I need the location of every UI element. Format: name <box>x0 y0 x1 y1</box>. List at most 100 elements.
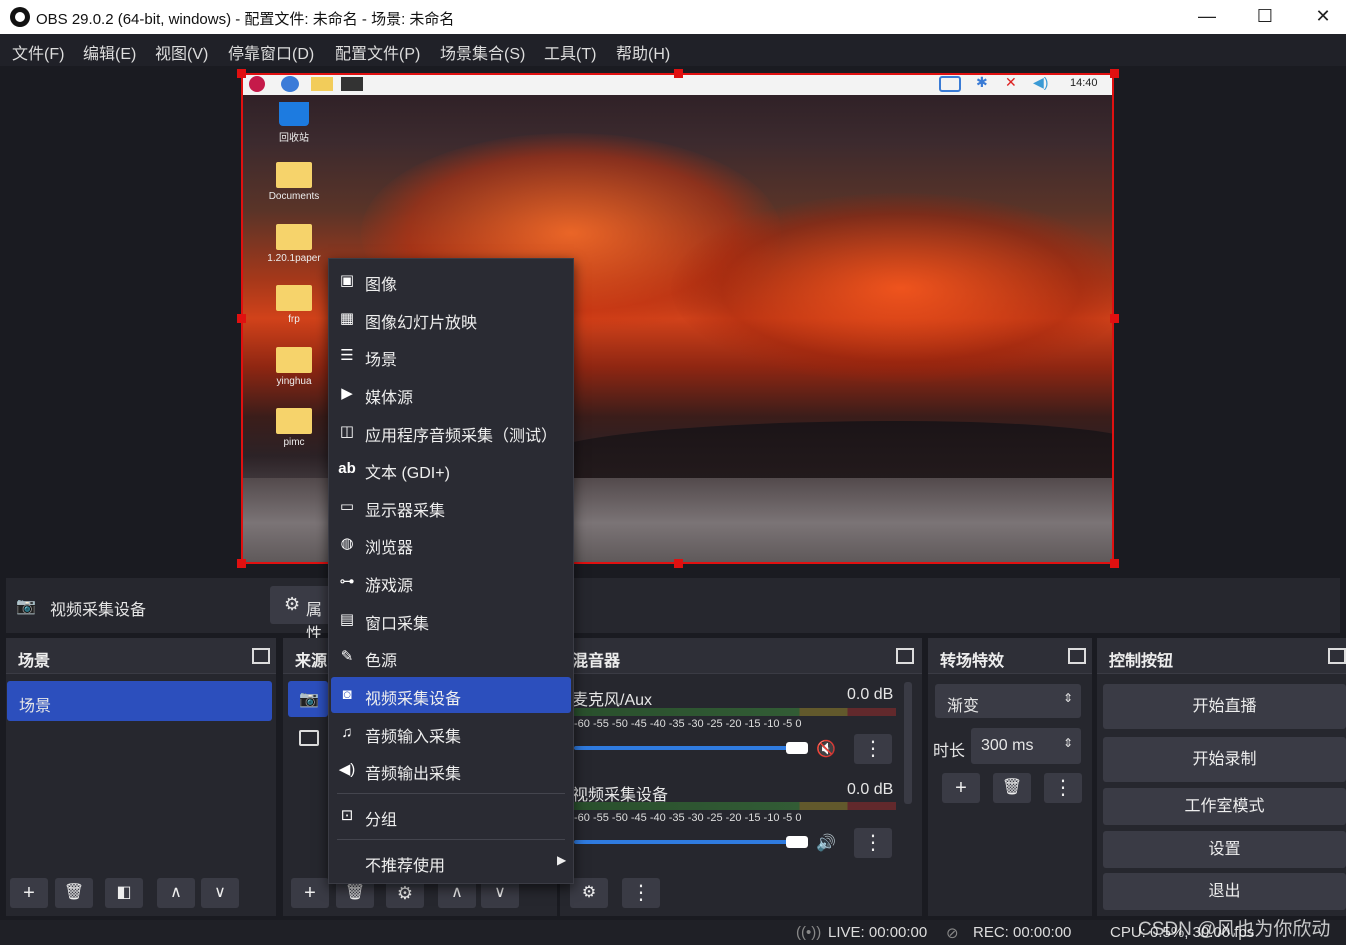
advanced-audio-button[interactable]: ⚙ <box>570 878 608 908</box>
move-scene-down-button[interactable]: ∨ <box>201 878 239 908</box>
remove-scene-button[interactable]: 🗑 <box>55 878 93 908</box>
display-icon: ▭ <box>339 498 355 515</box>
duration-input[interactable]: 300 ms ⇕ <box>971 728 1081 764</box>
gamepad-icon: ⊶ <box>339 573 355 590</box>
transitions-title: 转场特效 <box>940 653 1005 670</box>
menu-item-color-source[interactable]: ✎ 色源 <box>331 639 571 675</box>
spin-icon: ⇕ <box>1063 691 1074 705</box>
submenu-arrow-icon: ▶ <box>557 853 567 867</box>
raspberry-icon <box>249 76 265 92</box>
start-recording-button[interactable]: 开始录制 <box>1103 737 1346 782</box>
menu-help[interactable]: 帮助(H) <box>616 40 670 64</box>
selected-source-name: 视频采集设备 <box>50 602 147 619</box>
menu-item-scene[interactable]: ☰ 场景 <box>331 338 571 374</box>
menu-file[interactable]: 文件(F) <box>12 40 64 64</box>
monitor-icon[interactable] <box>299 730 319 746</box>
menu-item-media-source[interactable]: ▶ 媒体源 <box>331 376 571 412</box>
resize-handle[interactable] <box>1110 314 1119 323</box>
network-off-icon: ✕ <box>1005 74 1017 90</box>
gear-icon: ⚙ <box>284 594 301 614</box>
settings-button[interactable]: 设置 <box>1103 831 1346 868</box>
menu-item-audio-input-capture[interactable]: ♫ 音频输入采集 <box>331 715 571 751</box>
undock-icon[interactable] <box>1328 648 1346 664</box>
menu-item-audio-output-capture[interactable]: ◀) 音频输出采集 <box>331 752 571 788</box>
speaker-icon: ◀) <box>338 761 356 778</box>
speaker-icon[interactable]: 🔊 <box>816 833 836 853</box>
studio-mode-button[interactable]: 工作室模式 <box>1103 788 1346 825</box>
undock-icon[interactable] <box>896 648 914 664</box>
volume-slider[interactable] <box>574 840 806 844</box>
resize-handle[interactable] <box>1110 69 1119 78</box>
play-icon: ▶ <box>341 385 353 402</box>
image-icon: ▣ <box>339 272 355 289</box>
window-icon: ▤ <box>339 611 355 628</box>
menu-item-display-capture[interactable]: ▭ 显示器采集 <box>331 489 571 525</box>
muted-speaker-icon[interactable]: 🔇 <box>816 739 836 759</box>
folder-open-icon: ⊡ <box>340 807 354 824</box>
menu-item-image[interactable]: ▣ 图像 <box>331 263 571 299</box>
scene-item-label: 场景 <box>19 698 52 715</box>
maximize-button[interactable]: ☐ <box>1236 0 1294 34</box>
desktop-icon-frp: frp <box>259 285 329 325</box>
menu-scene-collection[interactable]: 场景集合(S) <box>440 40 525 64</box>
resize-handle[interactable] <box>674 559 683 568</box>
camera-icon: 📷 <box>299 691 319 708</box>
scenes-header: 场景 <box>6 638 276 674</box>
menu-item-image-slideshow[interactable]: ▦ 图像幻灯片放映 <box>331 301 571 337</box>
rec-icon: ⊘ <box>946 925 959 942</box>
channel-menu-button[interactable]: ⋮ <box>854 828 892 858</box>
scene-filters-button[interactable]: ◧ <box>105 878 143 908</box>
menu-edit[interactable]: 编辑(E) <box>83 40 136 64</box>
menu-item-deprecated[interactable]: 不推荐使用 ▶ <box>331 844 571 880</box>
channel-menu-button[interactable]: ⋮ <box>854 734 892 764</box>
scene-item[interactable]: 场景 <box>7 681 272 721</box>
menu-bar: 文件(F) 编辑(E) 视图(V) 停靠窗口(D) 配置文件(P) 场景集合(S… <box>0 34 1346 66</box>
menu-item-game-capture[interactable]: ⊶ 游戏源 <box>331 564 571 600</box>
move-scene-up-button[interactable]: ∧ <box>157 878 195 908</box>
live-icon: ((•)) <box>796 924 822 941</box>
volume-slider-knob[interactable] <box>786 836 808 848</box>
mixer-title: 混音器 <box>572 653 621 670</box>
undock-icon[interactable] <box>252 648 270 664</box>
camera-icon: ◙ <box>342 686 352 703</box>
menu-docks[interactable]: 停靠窗口(D) <box>228 40 314 64</box>
mixer-menu-button[interactable]: ⋮ <box>622 878 660 908</box>
resize-handle[interactable] <box>237 69 246 78</box>
menu-profile[interactable]: 配置文件(P) <box>335 40 420 64</box>
add-scene-button[interactable]: + <box>10 878 48 908</box>
start-streaming-button[interactable]: 开始直播 <box>1103 684 1346 729</box>
resize-handle[interactable] <box>674 69 683 78</box>
transitions-header: 转场特效 <box>928 638 1092 674</box>
remove-transition-button[interactable]: 🗑 <box>993 773 1031 803</box>
transitions-panel: 转场特效 渐变 ⇕ 时长 300 ms ⇕ + 🗑 ⋮ <box>928 638 1092 916</box>
volume-slider-knob[interactable] <box>786 742 808 754</box>
source-item-video-capture[interactable]: 📷 <box>288 681 328 717</box>
menu-item-app-audio-capture[interactable]: ◫ 应用程序音频采集（测试） <box>331 414 571 450</box>
add-transition-button[interactable]: + <box>942 773 980 803</box>
app-audio-icon: ◫ <box>339 423 355 440</box>
title-bar: OBS 29.0.2 (64-bit, windows) - 配置文件: 未命名… <box>0 0 1346 34</box>
menu-item-video-capture-device[interactable]: ◙ 视频采集设备 <box>331 677 571 713</box>
brush-icon: ✎ <box>340 648 354 665</box>
transition-select[interactable]: 渐变 ⇕ <box>935 684 1081 718</box>
menu-view[interactable]: 视图(V) <box>155 40 208 64</box>
undock-icon[interactable] <box>1068 648 1086 664</box>
volume-slider[interactable] <box>574 746 806 750</box>
properties-button[interactable]: ⚙ 属性 <box>270 586 334 643</box>
close-button[interactable]: ✕ <box>1294 0 1346 34</box>
mixer-scrollbar[interactable] <box>904 682 912 804</box>
globe-icon: ◍ <box>340 535 354 552</box>
menu-item-text-gdi[interactable]: ab 文本 (GDI+) <box>331 451 571 487</box>
exit-button[interactable]: 退出 <box>1103 873 1346 910</box>
resize-handle[interactable] <box>237 314 246 323</box>
menu-item-group[interactable]: ⊡ 分组 <box>331 798 571 834</box>
minimize-button[interactable]: — <box>1178 0 1236 34</box>
menu-tools[interactable]: 工具(T) <box>544 40 596 64</box>
menu-item-window-capture[interactable]: ▤ 窗口采集 <box>331 602 571 638</box>
menu-item-browser[interactable]: ◍ 浏览器 <box>331 526 571 562</box>
transition-menu-button[interactable]: ⋮ <box>1044 773 1082 803</box>
microphone-icon: ♫ <box>341 724 353 741</box>
resize-handle[interactable] <box>1110 559 1119 568</box>
resize-handle[interactable] <box>237 559 246 568</box>
add-source-button[interactable]: + <box>291 878 329 908</box>
